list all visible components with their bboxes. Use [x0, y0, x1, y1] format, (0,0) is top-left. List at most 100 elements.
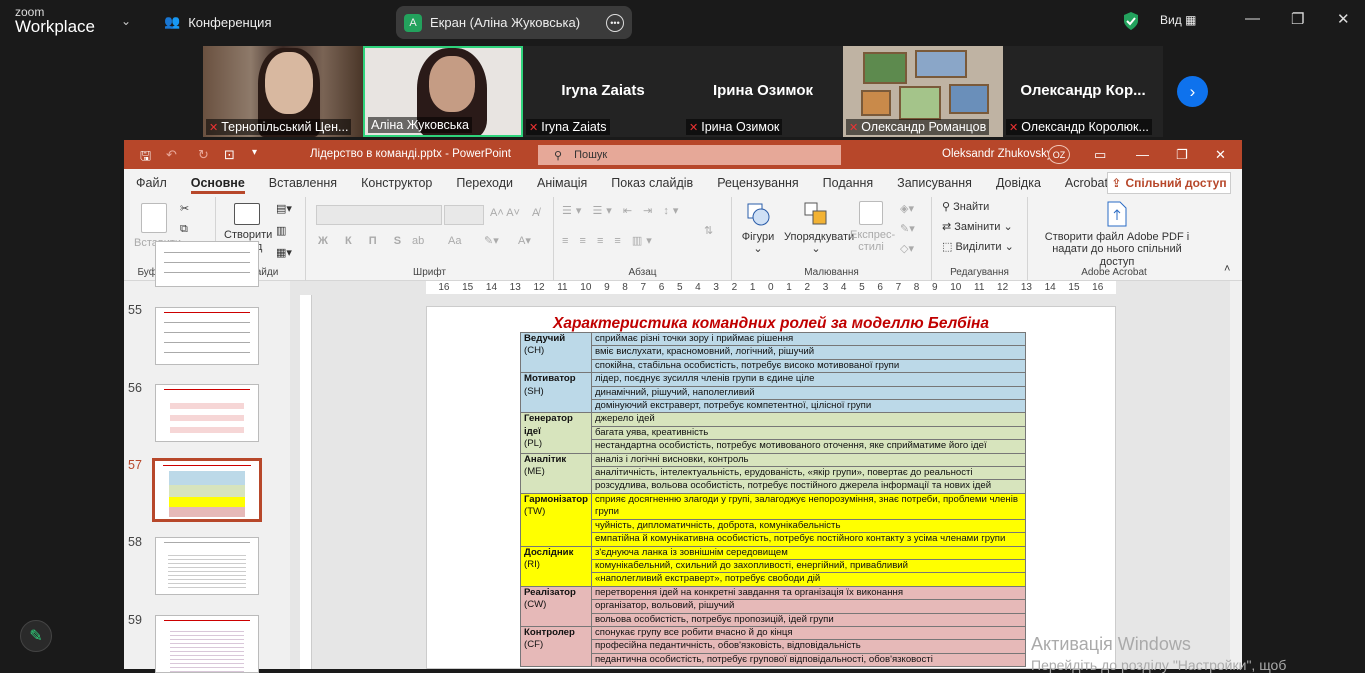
ruler-tick: 0 [768, 282, 774, 293]
reset-icon[interactable]: ▥ [276, 225, 286, 238]
font-size-input[interactable] [444, 205, 484, 225]
participant-tile[interactable]: Олександр Кор... ✕ Олександр Королюк... [1003, 46, 1163, 137]
slide-number: 58 [128, 535, 142, 549]
screen-share-pill[interactable]: А Екран (Аліна Жуковська) ••• [396, 6, 632, 39]
annotate-icon[interactable]: ✎ [20, 620, 52, 652]
tab-slideshow[interactable]: Показ слайдів [599, 169, 705, 197]
zoom-logo: zoom Workplace [15, 6, 125, 36]
slide-canvas[interactable]: Характеристика командних ролей за моделл… [426, 306, 1116, 669]
activation-watermark: Активація Windows [1031, 634, 1191, 654]
ruler-tick: 7 [895, 282, 902, 293]
undo-icon[interactable]: ↶ [166, 147, 177, 163]
user-name[interactable]: Oleksandr Zhukovsky [942, 148, 1053, 160]
more-options-icon[interactable]: ••• [606, 13, 624, 32]
participant-tile-active[interactable]: Аліна Жуковська [363, 46, 523, 137]
bullets-icon[interactable]: ☰▾ ☰▾ ⇤ ⇥ ↕▾ [562, 205, 682, 218]
clear-format-icon[interactable]: A̸ [532, 207, 539, 220]
trait-cell: вольова особистість, потребує пропозицій… [590, 612, 1027, 627]
tab-file[interactable]: Файл [124, 169, 179, 197]
chevron-right-icon: › [1189, 81, 1196, 101]
close-icon[interactable]: ✕ [1215, 147, 1226, 163]
meeting-info-button[interactable]: 👥 Конференция [164, 14, 271, 30]
create-pdf-button[interactable]: Створити файл Adobe PDF і надати до нього… [1034, 201, 1200, 269]
select-button[interactable]: ⬚ Виділити ⌄ [942, 241, 1014, 254]
grow-font-icon[interactable]: A˄ A˅ [490, 207, 520, 220]
thumbnail-scrollbar[interactable] [276, 281, 290, 669]
outline-icon[interactable]: ✎▾ [900, 223, 915, 236]
minimize-icon[interactable]: — [1136, 147, 1149, 162]
share-button[interactable]: ⇪ Спільний доступ [1107, 172, 1231, 194]
ruler-tick: 16 [438, 282, 450, 293]
participant-tile[interactable]: ✕ Тернопільський Цен... [203, 46, 363, 137]
customize-icon[interactable]: ▾ [252, 147, 257, 158]
shield-icon[interactable] [1122, 11, 1140, 31]
chevron-down-icon[interactable]: ⌄ [121, 14, 131, 28]
tab-help[interactable]: Довідка [984, 169, 1053, 197]
restore-icon[interactable]: ❐ [1176, 147, 1188, 163]
tab-animation[interactable]: Анімація [525, 169, 599, 197]
slide-thumbnail[interactable] [155, 537, 259, 595]
participant-tile[interactable]: ✕ Олександр Романцов [843, 46, 1003, 137]
font-color-icon[interactable]: A▾ [518, 235, 531, 248]
restore-icon[interactable]: ❐ [1291, 10, 1304, 28]
tab-insert[interactable]: Вставлення [257, 169, 349, 197]
share-label: Екран (Аліна Жуковська) [430, 15, 581, 30]
quick-styles-button[interactable]: Експрес-стилі [850, 201, 895, 254]
effects-icon[interactable]: ◇▾ [900, 243, 914, 256]
table-row: Контролер (CF) спонукає групу все робити в… [520, 625, 1027, 668]
slide-thumbnail[interactable] [155, 241, 259, 287]
slide-thumbnail-selected[interactable] [152, 458, 262, 522]
fill-icon[interactable]: ◈▾ [900, 203, 914, 216]
ruler-tick: 2 [804, 282, 811, 293]
save-icon[interactable]: 🖫 [140, 147, 151, 169]
participant-tile[interactable]: Iryna Zaiats ✕ Iryna Zaiats [523, 46, 683, 137]
view-button[interactable]: Вид ▦ [1160, 13, 1196, 27]
search-icon: ⚲ [554, 149, 563, 162]
change-case-button[interactable]: Aa [448, 235, 461, 248]
cut-icon[interactable]: ✂ [180, 203, 189, 216]
close-icon[interactable]: ✕ [1337, 10, 1350, 28]
ruler-tick: 6 [658, 282, 665, 293]
slide-thumbnail[interactable] [155, 615, 259, 673]
text-direction-icon[interactable]: ⇅ [704, 225, 713, 238]
user-avatar[interactable]: OZ [1048, 145, 1070, 164]
ruler-tick: 11 [557, 282, 568, 293]
trait-cell: багата уява, креативність [590, 425, 1027, 441]
tab-home[interactable]: Основне [179, 169, 257, 197]
slide-thumbnail[interactable] [155, 384, 259, 442]
font-style-buttons[interactable]: Ж К П S [318, 235, 408, 248]
tab-review[interactable]: Рецензування [705, 169, 810, 197]
find-button[interactable]: ⚲ Знайти [942, 201, 989, 214]
highlight-icon[interactable]: ✎▾ [484, 235, 499, 248]
tab-record[interactable]: Записування [885, 169, 984, 197]
ribbon-display-icon[interactable]: ▭ [1094, 147, 1106, 163]
replace-button[interactable]: ⇄ Замінити ⌄ [942, 221, 1013, 234]
search-box[interactable]: ⚲ Пошук [538, 145, 841, 165]
ruler-tick: 13 [1020, 282, 1032, 293]
layout-icon[interactable]: ▤▾ [276, 203, 292, 216]
role-name: Мотиватор [524, 373, 576, 385]
font-name-input[interactable] [316, 205, 442, 225]
minimize-icon[interactable]: — [1245, 10, 1260, 27]
redo-icon[interactable]: ↻ [198, 147, 209, 163]
trait-cell: сприймає різні точки зору і приймає ріше… [590, 331, 1027, 347]
next-page-button[interactable]: › [1177, 76, 1208, 107]
tab-transitions[interactable]: Переходи [444, 169, 525, 197]
tab-design[interactable]: Конструктор [349, 169, 444, 197]
collapse-ribbon-icon[interactable]: ˄ [1224, 263, 1230, 276]
ruler-tick: 12 [997, 282, 1009, 293]
slide-thumbnail[interactable] [155, 307, 259, 365]
role-cell: Дослідник (RI) [520, 545, 592, 587]
shapes-button[interactable]: Фігури ⌄ [740, 201, 776, 256]
copy-icon[interactable]: ⧉ [180, 223, 188, 236]
participant-tile[interactable]: Ірина Озимок ✕ Ірина Озимок [683, 46, 843, 137]
slide-scrollbar[interactable] [1230, 281, 1242, 669]
tab-view[interactable]: Подання [811, 169, 885, 197]
section-icon[interactable]: ▦▾ [276, 247, 292, 260]
present-icon[interactable]: ⊡ [224, 147, 235, 163]
align-icons[interactable]: ≡ ≡ ≡ ≡ ▥▾ [562, 235, 656, 248]
arrange-button[interactable]: Упорядкувати ⌄ [784, 201, 854, 256]
participant-big-name: Олександр Кор... [1020, 82, 1146, 99]
table-row: чуйність, дипломатичність, доброта, кому… [520, 518, 1027, 534]
char-spacing-icon[interactable]: ab [412, 235, 424, 248]
